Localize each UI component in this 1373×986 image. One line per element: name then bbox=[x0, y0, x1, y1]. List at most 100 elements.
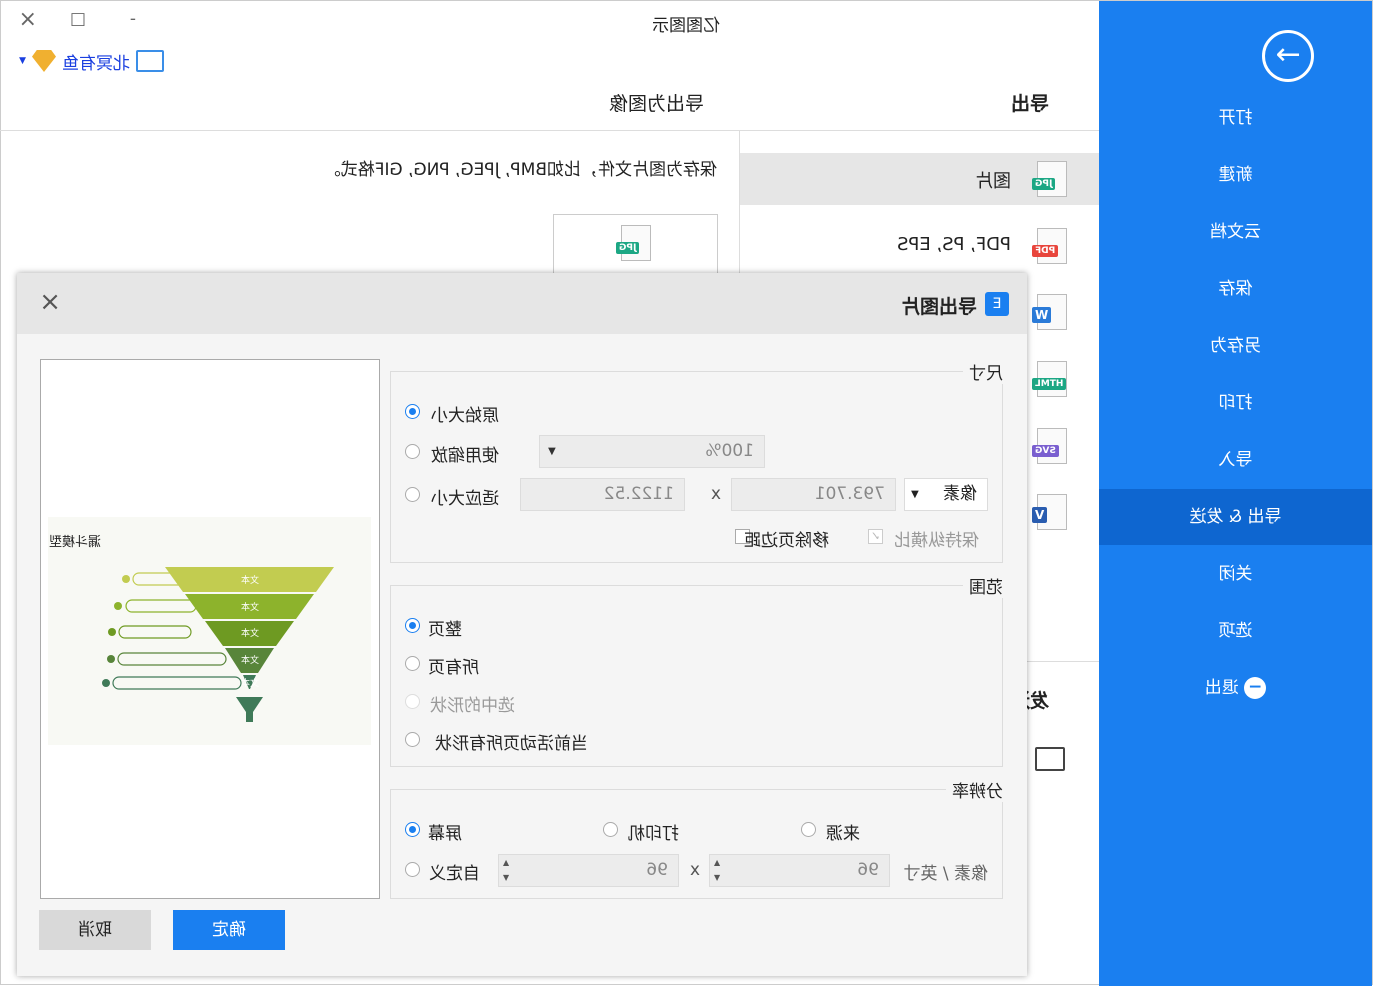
visio-file-icon: V bbox=[1032, 494, 1067, 530]
funnel-spout bbox=[236, 697, 263, 722]
app-window: → 打开 新建 云文档 保存 另存为 打印 导入 导出 & 发送 关闭 选项 −… bbox=[0, 0, 1373, 986]
divider bbox=[0, 130, 1099, 131]
sidebar-item-label: 退出 bbox=[1204, 678, 1239, 698]
dpi-value: 96 bbox=[857, 860, 879, 880]
radio-label: 打印机 bbox=[628, 824, 679, 844]
export-subheading: 导出为图像 bbox=[608, 93, 704, 115]
radio-label: 使用缩放 bbox=[431, 446, 499, 466]
jpg-file-icon: JPG bbox=[616, 225, 651, 261]
jpg-file-icon: JPG bbox=[1032, 161, 1067, 197]
sidebar-item-cloud[interactable]: 云文档 bbox=[1099, 204, 1372, 260]
sidebar-item-save[interactable]: 保存 bbox=[1099, 261, 1372, 317]
email-icon[interactable] bbox=[1035, 747, 1065, 771]
sidebar-item-open[interactable]: 打开 bbox=[1099, 90, 1372, 146]
spinner[interactable]: ▲ ▼ bbox=[710, 855, 724, 886]
close-icon[interactable]: × bbox=[39, 287, 61, 317]
radio-label: 选中的形状 bbox=[430, 696, 515, 716]
funnel-label: 文本 bbox=[240, 629, 259, 639]
chevron-down-icon: ▼ bbox=[911, 489, 919, 500]
sidebar-item-save-as[interactable]: 另存为 bbox=[1099, 318, 1372, 374]
preview-pane: 漏斗模型 文本 文本 文本 文本 文本 bbox=[40, 359, 380, 899]
export-icon: E bbox=[985, 292, 1009, 316]
range-group: 范围 整页 所有页 选中的形状 当前活动页所有形状 bbox=[390, 573, 1003, 767]
maximize-button[interactable]: □ bbox=[70, 9, 86, 29]
dpi-x-input[interactable]: 96 ▲ ▼ bbox=[498, 854, 679, 887]
radio-label: 原始大小 bbox=[431, 406, 499, 426]
height-input[interactable]: 793.701 bbox=[731, 478, 896, 511]
original-size-radio[interactable] bbox=[405, 404, 420, 419]
zoom-select[interactable]: 100% ▼ bbox=[539, 435, 765, 468]
user-menu[interactable]: 北冥有鱼 ▼ bbox=[19, 47, 164, 75]
fit-size-radio[interactable] bbox=[405, 487, 420, 502]
radio-label: 当前活动页所有形状 bbox=[435, 734, 588, 754]
sidebar-item-export-send[interactable]: 导出 & 发送 bbox=[1099, 489, 1372, 545]
export-item-pdf[interactable]: PDF PDF, PS, EPS bbox=[740, 220, 1099, 272]
dialog-title: 导出图片 bbox=[900, 296, 977, 318]
format-preview: JPG bbox=[553, 214, 718, 274]
keep-ratio-checkbox[interactable]: ✓ bbox=[868, 529, 883, 544]
resolution-group: 分辨率 屏幕 打印机 来源 自定义 96 ▲ ▼ x 96 ▲ ▼ 像素 / 英寸 bbox=[390, 777, 1003, 899]
minus-circle-icon: − bbox=[1244, 677, 1267, 699]
use-zoom-radio[interactable] bbox=[405, 444, 420, 459]
radio-label: 来源 bbox=[826, 824, 860, 844]
sidebar-item-import[interactable]: 导入 bbox=[1099, 432, 1372, 488]
dpi-value: 96 bbox=[646, 860, 668, 880]
dpi-unit-label: 像素 / 英寸 bbox=[903, 864, 988, 884]
html-file-icon: HTML bbox=[1032, 361, 1067, 397]
width-input[interactable]: 1122.52 bbox=[520, 478, 685, 511]
checkbox-label: 移除页边距 bbox=[744, 531, 829, 551]
word-file-icon: W bbox=[1032, 294, 1067, 330]
zoom-value: 100% bbox=[705, 441, 754, 461]
export-image-dialog: E 导出图片 × 漏斗模型 文本 文本 文本 文本 文本 尺寸 原始大小 使用缩… bbox=[17, 273, 1027, 976]
app-title: 亿图图示 bbox=[652, 16, 720, 36]
list-label: PDF, PS, EPS bbox=[897, 234, 1011, 255]
times-label: x bbox=[710, 484, 721, 504]
unit-value: 像素 bbox=[943, 484, 977, 504]
sidebar-item-options[interactable]: 选项 bbox=[1099, 603, 1372, 659]
dialog-header: E 导出图片 × bbox=[17, 273, 1027, 334]
radio-label: 自定义 bbox=[429, 864, 480, 884]
pdf-file-icon: PDF bbox=[1032, 228, 1067, 264]
chevron-down-icon[interactable]: ▼ bbox=[19, 56, 26, 66]
checkbox-label: 保持纵横比 bbox=[894, 531, 979, 551]
preview-title: 漏斗模型 bbox=[48, 535, 101, 550]
range-all-pages-radio[interactable] bbox=[405, 656, 420, 671]
vip-badge-icon bbox=[32, 50, 56, 72]
export-item-image[interactable]: JPG 图片 bbox=[740, 153, 1099, 205]
radio-label: 屏幕 bbox=[428, 824, 462, 844]
group-title: 尺寸 bbox=[963, 359, 1003, 384]
range-selected-shapes-radio[interactable] bbox=[405, 694, 420, 709]
sidebar-item-print[interactable]: 打印 bbox=[1099, 375, 1372, 431]
sidebar-item-new[interactable]: 新建 bbox=[1099, 147, 1372, 203]
user-name: 北冥有鱼 bbox=[62, 53, 130, 74]
funnel-label: 文本 bbox=[240, 576, 259, 586]
ok-button[interactable]: 确定 bbox=[173, 910, 285, 950]
resolution-screen-radio[interactable] bbox=[405, 822, 420, 837]
resolution-source-radio[interactable] bbox=[801, 822, 816, 837]
range-active-page-shapes-radio[interactable] bbox=[405, 732, 420, 747]
sidebar-item-close[interactable]: 关闭 bbox=[1099, 546, 1372, 602]
minimize-button[interactable]: - bbox=[130, 9, 136, 29]
close-window-button[interactable]: × bbox=[19, 7, 37, 32]
list-label: 图片 bbox=[975, 171, 1011, 192]
resolution-custom-radio[interactable] bbox=[405, 862, 420, 877]
sidebar: → 打开 新建 云文档 保存 另存为 打印 导入 导出 & 发送 关闭 选项 −… bbox=[1099, 1, 1372, 986]
arrow-right-circle-icon[interactable]: → bbox=[1262, 30, 1314, 82]
svg-file-icon: SVG bbox=[1032, 428, 1067, 464]
dpi-y-input[interactable]: 96 ▲ ▼ bbox=[709, 854, 890, 887]
funnel-thumbnail bbox=[48, 517, 371, 745]
export-description: 保存为图片文件，比如BMP, JPEG, PNG, GIF格式。 bbox=[323, 160, 717, 180]
radio-label: 整页 bbox=[428, 620, 462, 640]
cancel-button[interactable]: 取消 bbox=[39, 910, 151, 950]
funnel-label: 文本 bbox=[240, 679, 259, 689]
funnel-label: 文本 bbox=[240, 656, 259, 666]
size-group: 尺寸 原始大小 使用缩放 100% ▼ 适应大小 1122.52 x 793.70… bbox=[390, 359, 1003, 563]
funnel-label: 文本 bbox=[240, 603, 259, 613]
unit-select[interactable]: 像素 ▼ bbox=[904, 478, 988, 511]
range-whole-page-radio[interactable] bbox=[405, 618, 420, 633]
sidebar-item-exit[interactable]: − 退出 bbox=[1099, 660, 1372, 716]
spinner[interactable]: ▲ ▼ bbox=[499, 855, 513, 886]
group-title: 分辨率 bbox=[946, 777, 1003, 802]
chat-icon[interactable] bbox=[136, 50, 164, 72]
resolution-printer-radio[interactable] bbox=[603, 822, 618, 837]
